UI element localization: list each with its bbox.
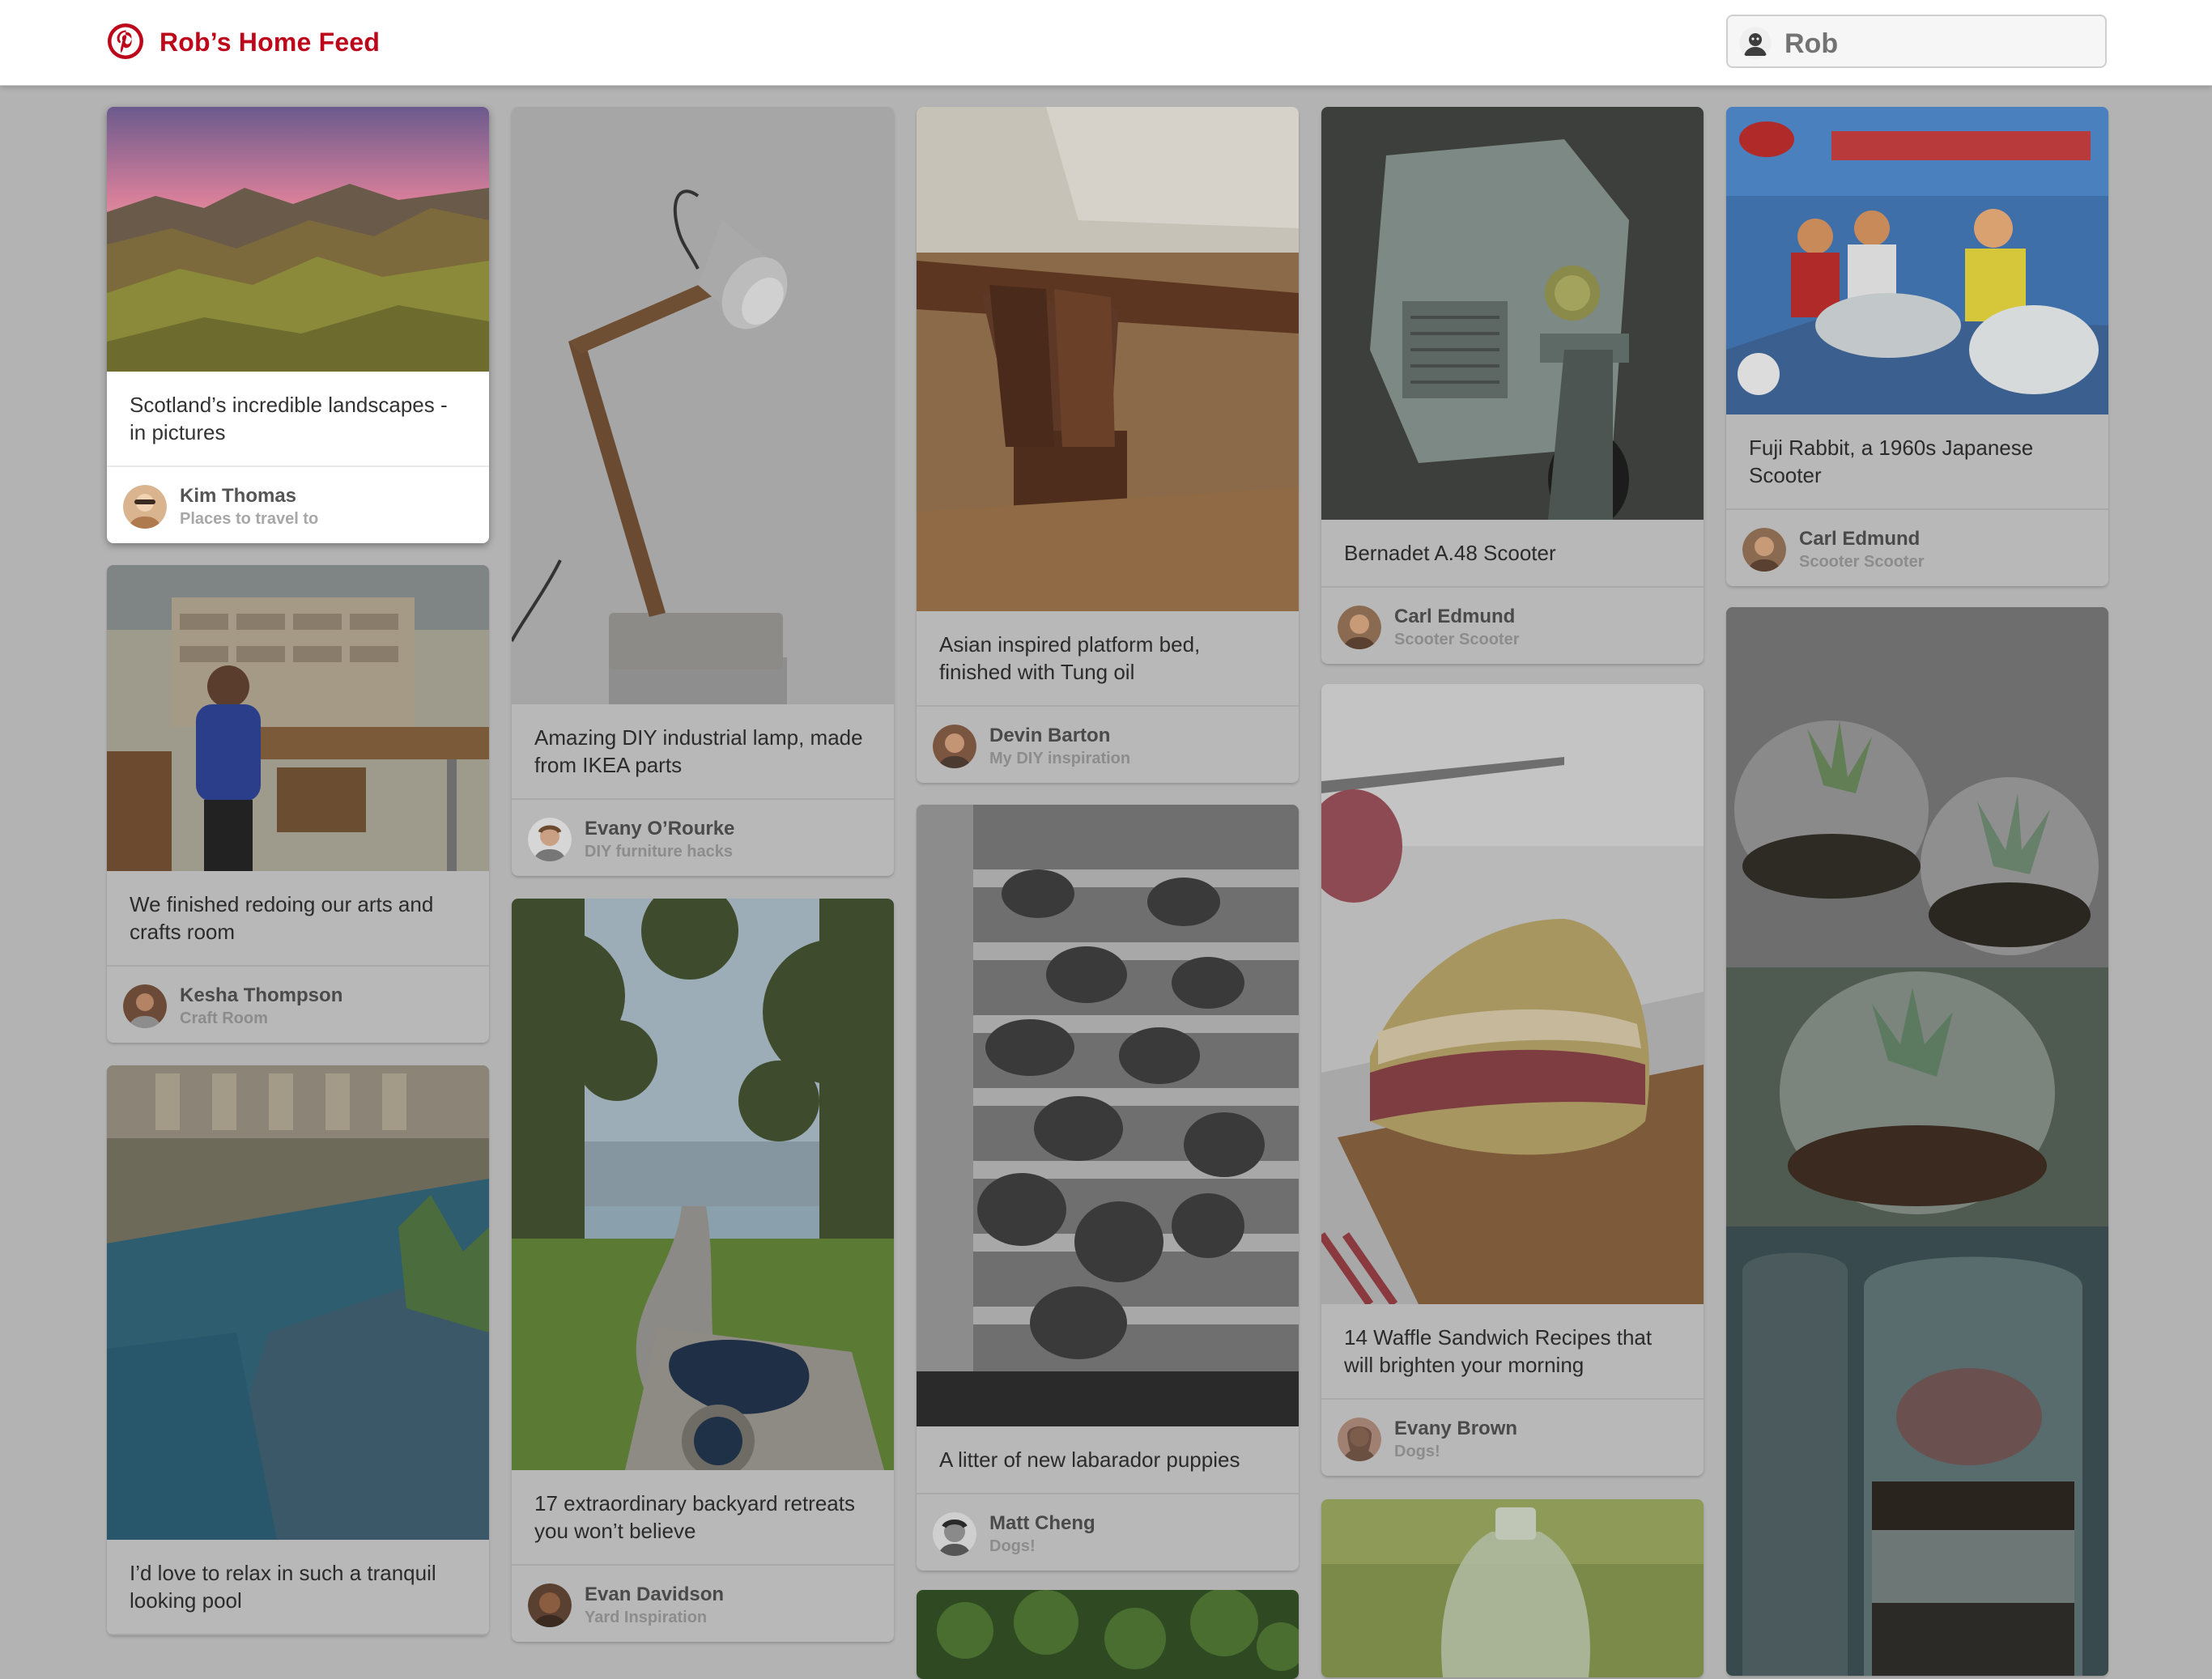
pin-card[interactable]: 14 Waffle Sandwich Recipes that will bri… [1321,684,1704,1476]
pin-card[interactable]: I’d love to relax in such a tranquil loo… [107,1065,489,1635]
pin-attribution[interactable]: Matt Cheng Dogs! [917,1494,1299,1571]
pin-attribution[interactable]: Evany Brown Dogs! [1321,1400,1704,1476]
pin-image[interactable] [512,899,894,1470]
board-name[interactable]: Dogs! [1394,1443,1440,1461]
pinner-avatar[interactable] [123,984,167,1028]
pinner-name[interactable]: Devin Barton [989,725,1110,747]
user-avatar-icon [1739,27,1772,59]
pin-image[interactable] [107,107,489,372]
pinner-name[interactable]: Kim Thomas [180,485,296,508]
pin-attribution[interactable]: Evany O’Rourke DIY furniture hacks [512,800,894,876]
pin-image[interactable] [1321,1499,1704,1677]
pin-image[interactable] [107,1065,489,1540]
pin-description: A litter of new labarador puppies [917,1426,1299,1494]
pin-attribution[interactable]: Devin Barton My DIY inspiration [917,707,1299,783]
pin-description: Amazing DIY industrial lamp, made from I… [512,704,894,800]
top-header: Rob’s Home Feed Rob [0,0,2212,86]
pinner-avatar[interactable] [528,1583,572,1627]
pin-image[interactable] [917,1590,1299,1679]
pinner-name[interactable]: Kesha Thompson [180,984,342,1007]
board-name[interactable]: Dogs! [989,1537,1036,1556]
pinner-name[interactable]: Matt Cheng [989,1512,1095,1535]
pinner-name[interactable]: Evan Davidson [585,1583,724,1606]
page-title: Rob’s Home Feed [160,28,381,57]
pin-card[interactable]: Amazing DIY industrial lamp, made from I… [512,107,894,876]
pinner-avatar[interactable] [528,818,572,861]
pin-image[interactable] [512,107,894,704]
board-name[interactable]: My DIY inspiration [989,750,1130,768]
pin-card[interactable] [1321,1499,1704,1677]
pin-image[interactable] [107,565,489,871]
board-name[interactable]: DIY furniture hacks [585,843,733,861]
pin-attribution[interactable]: Kim Thomas Places to travel to [107,467,489,543]
pin-description: Fuji Rabbit, a 1960s Japanese Scooter [1726,414,2108,510]
pin-image[interactable] [917,107,1299,611]
pinner-avatar[interactable] [1338,606,1381,649]
pinner-avatar[interactable] [1742,528,1786,572]
pin-description: 14 Waffle Sandwich Recipes that will bri… [1321,1304,1704,1400]
pinner-name[interactable]: Evany O’Rourke [585,818,734,840]
board-name[interactable]: Craft Room [180,1010,268,1028]
pinner-name[interactable]: Carl Edmund [1799,528,1920,550]
pin-attribution[interactable]: Carl Edmund Scooter Scooter [1321,588,1704,664]
pinner-avatar[interactable] [933,1512,976,1556]
board-name[interactable]: Scooter Scooter [1394,631,1519,649]
pin-image[interactable] [1726,607,2108,1676]
pinner-avatar[interactable] [123,485,167,529]
pin-description: Bernadet A.48 Scooter [1321,520,1704,588]
pinner-avatar[interactable] [933,725,976,768]
pin-attribution[interactable]: Carl Edmund Scooter Scooter [1726,510,2108,586]
pin-attribution[interactable]: Evan Davidson Yard Inspiration [512,1566,894,1642]
pin-card[interactable]: A litter of new labarador puppies Matt C… [917,805,1299,1571]
pin-image[interactable] [1726,107,2108,414]
board-name[interactable]: Scooter Scooter [1799,553,1924,572]
pin-card[interactable] [917,1590,1299,1679]
user-name: Rob [1784,28,1839,59]
pin-image[interactable] [1321,684,1704,1304]
pin-attribution[interactable]: Kesha Thompson Craft Room [107,967,489,1043]
pinterest-logo-icon[interactable] [107,23,144,60]
pin-description: 17 extraordinary backyard retreats you w… [512,1470,894,1566]
pin-card[interactable]: Asian inspired platform bed, finished wi… [917,107,1299,783]
user-profile-button[interactable]: Rob [1726,15,2107,68]
pin-image[interactable] [917,805,1299,1426]
pin-card[interactable]: Scotland’s incredible landscapes - in pi… [107,107,489,543]
pinner-name[interactable]: Evany Brown [1394,1418,1517,1440]
pin-description: Asian inspired platform bed, finished wi… [917,611,1299,707]
pin-card[interactable]: 17 extraordinary backyard retreats you w… [512,899,894,1642]
pin-card[interactable]: We finished redoing our arts and crafts … [107,565,489,1043]
pin-card[interactable]: Fuji Rabbit, a 1960s Japanese Scooter Ca… [1726,107,2108,586]
pin-image[interactable] [1321,107,1704,520]
pin-description: I’d love to relax in such a tranquil loo… [107,1540,489,1635]
pinner-avatar[interactable] [1338,1418,1381,1461]
pin-description: We finished redoing our arts and crafts … [107,871,489,967]
board-name[interactable]: Places to travel to [180,510,318,529]
pin-card[interactable] [1726,607,2108,1676]
pin-description: Scotland’s incredible landscapes - in pi… [107,372,489,467]
pinner-name[interactable]: Carl Edmund [1394,606,1515,628]
pin-card[interactable]: Bernadet A.48 Scooter Carl Edmund Scoote… [1321,107,1704,664]
board-name[interactable]: Yard Inspiration [585,1609,707,1627]
